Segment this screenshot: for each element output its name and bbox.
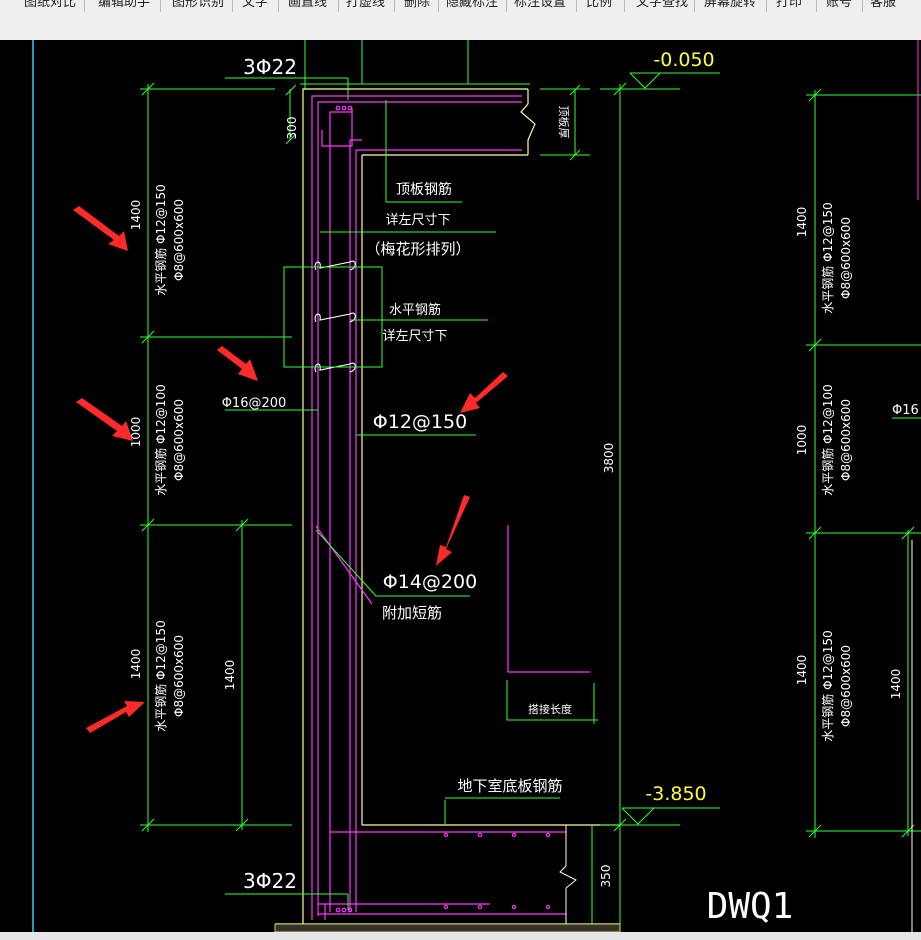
toolbar-separator [394, 0, 395, 12]
basement-slab-rebar-label: 地下室底板钢筋 [457, 777, 562, 795]
see-size-label-2: 详左尺寸下 [382, 329, 447, 344]
right-partial-label: Φ16 [892, 403, 919, 418]
right-zone-2-dim: 1000 [795, 425, 809, 456]
left-zone-1-dim: 1400 [129, 200, 143, 231]
red-arrow-icon [76, 398, 133, 441]
toolbar-text[interactable]: 文字 [242, 0, 268, 14]
right-inner-dim: 1400 [889, 669, 903, 700]
toolbar-separator [506, 0, 507, 12]
left-zone-1-label: 水平钢筋 Φ12@150 [153, 184, 168, 295]
dim-3800: 3800 [602, 443, 616, 474]
horizontal-rebar-label: 水平钢筋 [389, 302, 441, 318]
red-arrow-icon [217, 346, 258, 381]
toolbar-support[interactable]: 客服 [870, 0, 896, 14]
d12-label: Φ12@150 [373, 411, 467, 433]
left-zone-1-tie: Φ8@600x600 [172, 199, 186, 281]
left-inner-dim: 1400 [223, 660, 237, 691]
right-zone-2-label: 水平钢筋 Φ12@100 [820, 384, 835, 495]
toolbar-print[interactable]: 打印 [776, 0, 802, 14]
elevation-top-label: -0.050 [653, 49, 714, 71]
left-zone-3-dim: 1400 [129, 649, 143, 680]
toolbar-separator [160, 0, 161, 12]
plum-pattern-label: （梅花形排列） [365, 240, 470, 258]
elevation-bottom: -3.850 [600, 783, 720, 826]
dim-300: 300 [285, 117, 299, 140]
drawing-canvas[interactable]: 1400 水平钢筋 Φ12@150 Φ8@600x600 1000 水平钢筋 Φ… [0, 40, 921, 940]
toolbar-scale[interactable]: 比例 [586, 0, 612, 14]
toolbar-find-text[interactable]: 文字查找 [636, 0, 688, 14]
red-arrow-icon [73, 206, 128, 251]
toolbar-shape-recognition[interactable]: 图形识别 [172, 0, 224, 14]
top-toolbar: 图纸对比 编辑助手 图形识别 文字 画直线 打虚线 删除 隐藏标注 标注设置 比… [0, 0, 921, 41]
toolbar-separator [816, 0, 817, 12]
left-zone-2-dim: 1000 [129, 417, 143, 448]
rebar-cage [311, 95, 590, 920]
toolbar-delete[interactable]: 删除 [404, 0, 430, 14]
wall-id-label: DWQ1 [707, 886, 794, 927]
tie-hooks [314, 260, 356, 373]
toolbar-rotate-screen[interactable]: 屏幕旋转 [704, 0, 756, 14]
toolbar-compare-drawings[interactable]: 图纸对比 [24, 0, 76, 14]
bottom-bars-label: 3Φ22 [243, 869, 297, 893]
right-zone-1-label: 水平钢筋 Φ12@150 [820, 202, 835, 313]
bottom-slab-outline [559, 825, 577, 924]
right-zone-2-tie: Φ8@600x600 [839, 399, 853, 481]
toolbar-account[interactable]: 账号 [826, 0, 852, 14]
toolbar-dashed-line[interactable]: 打虚线 [346, 0, 385, 14]
right-zone-1-dim: 1400 [795, 207, 809, 238]
toolbar-edit-assistant[interactable]: 编辑助手 [98, 0, 150, 14]
roof-slab-thickness-label: 顶板厚 [557, 106, 571, 139]
toolbar-separator [694, 0, 695, 12]
red-arrow-icon [460, 372, 508, 413]
leader-lines [225, 100, 598, 826]
elevation-bottom-label: -3.850 [645, 783, 706, 805]
toolbar-separator [232, 0, 233, 12]
height-dimension [613, 82, 627, 930]
toolbar-separator [338, 0, 339, 12]
red-arrow-icon [86, 701, 145, 733]
d16-label: Φ16@200 [222, 396, 287, 411]
see-size-label-1: 详左尺寸下 [385, 213, 450, 228]
left-zone-3-tie: Φ8@600x600 [172, 635, 186, 717]
toolbar-separator [438, 0, 439, 12]
bottom-hatch [274, 923, 621, 933]
roof-slab-rebar-label: 顶板钢筋 [396, 181, 452, 198]
right-zone-3-tie: Φ8@600x600 [839, 645, 853, 727]
toolbar-separator [576, 0, 577, 12]
elevation-top: -0.050 [600, 49, 720, 90]
top-bars-label: 3Φ22 [243, 55, 297, 79]
bottom-status-strip [0, 932, 921, 940]
right-zone-3-dim: 1400 [795, 655, 809, 686]
right-zone-1-tie: Φ8@600x600 [839, 217, 853, 299]
toolbar-separator [862, 0, 863, 12]
lap-length-label: 搭接长度 [528, 702, 572, 716]
left-zone-3-label: 水平钢筋 Φ12@150 [153, 620, 168, 731]
toolbar-separator [278, 0, 279, 12]
toolbar-separator [84, 0, 85, 12]
left-zone-2-label: 水平钢筋 Φ12@100 [153, 384, 168, 495]
toolbar-separator [624, 0, 625, 12]
toolbar-hide-annotation[interactable]: 隐藏标注 [446, 0, 498, 14]
cad-drawing: 1400 水平钢筋 Φ12@150 Φ8@600x600 1000 水平钢筋 Φ… [32, 40, 921, 933]
toolbar-draw-line[interactable]: 画直线 [288, 0, 327, 14]
toolbar-separator [766, 0, 767, 12]
toolbar-annotation-settings[interactable]: 标注设置 [514, 0, 566, 14]
dim-350: 350 [599, 865, 613, 888]
right-zone-3-label: 水平钢筋 Φ12@150 [820, 630, 835, 741]
d14-label: Φ14@200 [383, 571, 477, 593]
left-zone-2-tie: Φ8@600x600 [172, 399, 186, 481]
extra-short-bar-label: 附加短筋 [382, 604, 442, 622]
red-arrow-icon [436, 495, 470, 566]
